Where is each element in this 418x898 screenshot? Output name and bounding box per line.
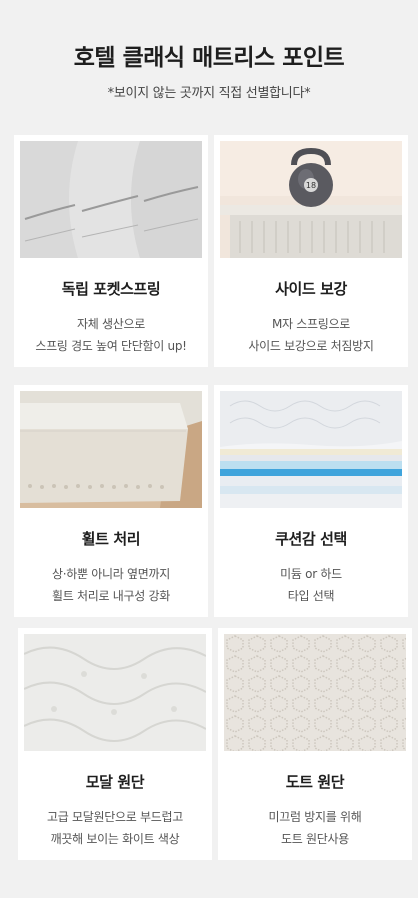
feature-card-modal-fabric: 모달 원단 고급 모달원단으로 부드럽고 깨끗해 보이는 화이트 색상 xyxy=(18,628,212,860)
feature-card-cushion: 쿠션감 선택 미듐 or 하드 타입 선택 xyxy=(214,385,408,617)
feature-title: 쿠션감 선택 xyxy=(275,530,347,548)
kettlebell-label: 18 xyxy=(306,181,316,190)
feature-desc-line: 사이드 보강으로 처짐방지 xyxy=(248,339,374,353)
feature-desc-line: 미끄럼 방지를 위해 xyxy=(268,810,362,824)
feature-desc-line: 고급 모달원단으로 부드럽고 xyxy=(47,810,183,824)
feature-title: 모달 원단 xyxy=(85,773,145,791)
feature-description: 상·하뿐 아니라 옆면까지 휠트 처리로 내구성 강화 xyxy=(14,563,208,607)
feature-card-felt: 휠트 처리 상·하뿐 아니라 옆면까지 휠트 처리로 내구성 강화 xyxy=(14,385,208,617)
feature-desc-line: 도트 원단사용 xyxy=(281,832,349,846)
feature-card-side-reinforcement: 18 사이드 보강 M자 스프링으로 사이드 보강으로 처짐방지 xyxy=(214,135,408,367)
feature-description: M자 스프링으로 사이드 보강으로 처짐방지 xyxy=(214,313,408,357)
feature-description: 고급 모달원단으로 부드럽고 깨끗해 보이는 화이트 색상 xyxy=(18,806,212,850)
page-title: 호텔 클래식 매트리스 포인트 xyxy=(73,45,345,71)
modal-fabric-photo xyxy=(24,634,206,751)
feature-title: 도트 원단 xyxy=(285,773,345,791)
side-reinforcement-photo: 18 xyxy=(220,141,402,258)
feature-title: 독립 포켓스프링 xyxy=(61,280,161,298)
feature-description: 미듐 or 하드 타입 선택 xyxy=(214,563,408,607)
feature-card-dot-fabric: 도트 원단 미끄럼 방지를 위해 도트 원단사용 xyxy=(218,628,412,860)
cushion-layers-photo xyxy=(220,391,402,508)
feature-card-pocket-spring: 독립 포켓스프링 자체 생산으로 스프링 경도 높여 단단함이 up! xyxy=(14,135,208,367)
feature-title: 사이드 보강 xyxy=(275,280,347,298)
feature-desc-line: 미듐 or 하드 xyxy=(280,567,342,581)
feature-desc-line: M자 스프링으로 xyxy=(271,317,350,331)
dot-fabric-photo xyxy=(224,634,406,751)
pocket-spring-photo xyxy=(20,141,202,258)
feature-desc-line: 스프링 경도 높여 단단함이 up! xyxy=(35,339,187,353)
feature-desc-line: 깨끗해 보이는 화이트 색상 xyxy=(50,832,180,846)
feature-desc-line: 상·하뿐 아니라 옆면까지 xyxy=(52,567,170,581)
feature-desc-line: 타입 선택 xyxy=(287,589,335,603)
page-subtitle: *보이지 않는 곳까지 직접 선별합니다* xyxy=(107,86,311,101)
page: 호텔 클래식 매트리스 포인트 *보이지 않는 곳까지 직접 선별합니다* 독립… xyxy=(0,0,418,898)
feature-title: 휠트 처리 xyxy=(81,530,141,548)
feature-description: 자체 생산으로 스프링 경도 높여 단단함이 up! xyxy=(14,313,208,357)
feature-desc-line: 자체 생산으로 xyxy=(77,317,145,331)
feature-description: 미끄럼 방지를 위해 도트 원단사용 xyxy=(218,806,412,850)
feature-desc-line: 휠트 처리로 내구성 강화 xyxy=(52,589,170,603)
felt-treatment-photo xyxy=(20,391,202,508)
